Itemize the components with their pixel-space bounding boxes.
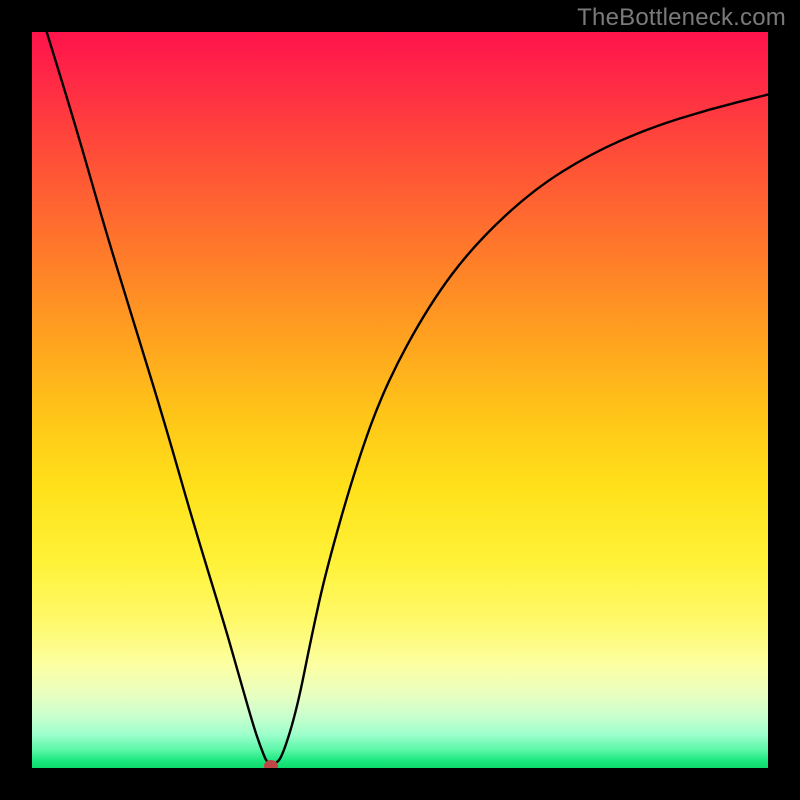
plot-area: [32, 32, 768, 768]
optimal-marker: [264, 760, 278, 768]
bottleneck-curve: [32, 32, 768, 768]
chart-frame: TheBottleneck.com: [0, 0, 800, 800]
watermark-text: TheBottleneck.com: [577, 4, 786, 32]
